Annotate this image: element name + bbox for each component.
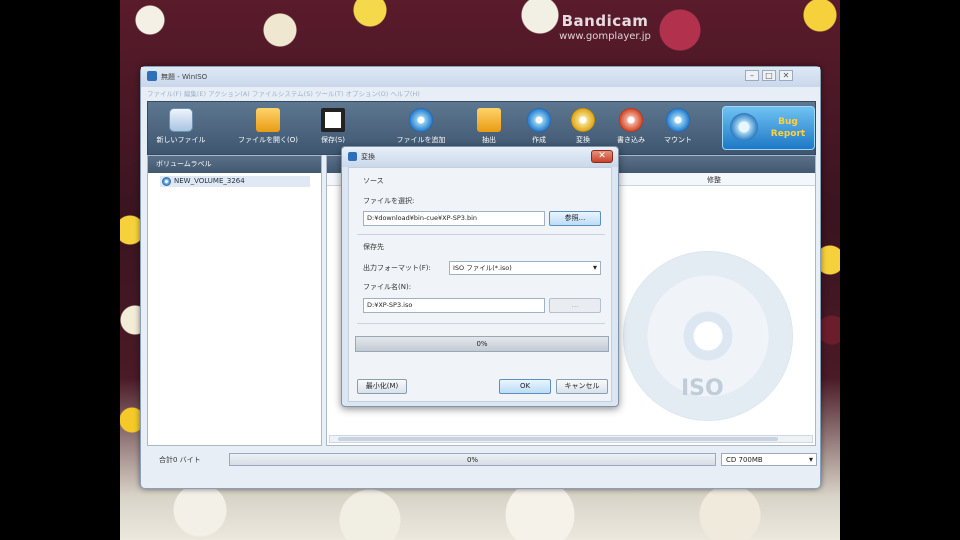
dialog-title-bar[interactable]: 変換 ✕ (342, 147, 618, 167)
bug-report-label: Bug Report (763, 116, 813, 140)
app-logo-icon (147, 71, 157, 81)
bug-report-line2: Report (770, 129, 806, 139)
menu-bar[interactable]: ファイル(F) 編集(E) アクション(A) ファイルシステム(S) ツール(T… (147, 88, 815, 100)
filename-browse-button[interactable]: ... (549, 298, 601, 313)
dialog-app-icon (348, 152, 357, 161)
bug-report-line1: Bug (778, 117, 798, 127)
bug-report-button[interactable]: Bug Report (722, 106, 815, 150)
minimize-dialog-button[interactable]: 最小化(M) (357, 379, 407, 394)
convert-icon (571, 108, 595, 132)
watermark-brand: Bandicam (561, 12, 649, 30)
bug-report-icon (730, 113, 758, 141)
total-size: 合計0 バイト (159, 456, 201, 464)
conversion-progress-bar: 0% (355, 336, 609, 352)
open-file-button[interactable]: ファイルを開く(O) (228, 106, 308, 152)
disc-icon (162, 177, 171, 186)
output-format-label: 出力フォーマット(F): (363, 264, 431, 272)
window-title: 無題 - WinISO (161, 73, 208, 81)
browse-source-button[interactable]: 参照... (549, 211, 601, 226)
toolbar-label: ファイルを開く(O) (238, 136, 298, 144)
scrollbar-thumb[interactable] (338, 437, 778, 441)
toolbar-label: ファイルを追加 (396, 136, 446, 144)
separator (357, 234, 605, 235)
dialog-title: 変換 (361, 153, 375, 161)
volume-label: NEW_VOLUME_3264 (174, 177, 245, 185)
toolbar-label: 書き込み (617, 136, 645, 144)
save-group-label: 保存先 (363, 243, 384, 251)
toolbar-label: 新しいファイル (156, 136, 206, 144)
toolbar-label: 変換 (576, 136, 590, 144)
filename-label: ファイル名(N): (363, 283, 412, 291)
close-button[interactable]: ✕ (779, 70, 793, 81)
extract-icon (477, 108, 501, 132)
open-folder-icon (256, 108, 280, 132)
source-path-input[interactable]: D:¥download¥bin-cue¥XP-SP3.bin (363, 211, 545, 226)
screen: Bandicam www.gomplayer.jp 無題 - WinISO – … (0, 0, 960, 540)
capacity-bar: 0% (229, 453, 716, 466)
volume-tree-header: ボリュームラベル (148, 156, 321, 173)
media-type-select[interactable]: CD 700MB (721, 453, 817, 466)
cancel-button[interactable]: キャンセル (556, 379, 608, 394)
toolbar-label: マウント (664, 136, 692, 144)
dialog-close-button[interactable]: ✕ (591, 150, 613, 163)
toolbar-label: 作成 (532, 136, 546, 144)
select-file-label: ファイルを選択: (363, 197, 415, 205)
volume-tree-pane: ボリュームラベル NEW_VOLUME_3264 (147, 155, 322, 446)
new-file-icon (169, 108, 193, 132)
filename-input[interactable]: D:¥XP-SP3.iso (363, 298, 545, 313)
dialog-body: ソース ファイルを選択: D:¥download¥bin-cue¥XP-SP3.… (348, 167, 612, 402)
ok-button[interactable]: OK (499, 379, 551, 394)
burn-icon (619, 108, 643, 132)
new-file-button[interactable]: 新しいファイル (151, 106, 211, 152)
output-format-select[interactable]: ISO ファイル(*.iso) (449, 261, 601, 275)
mount-icon (666, 108, 690, 132)
convert-dialog: 変換 ✕ ソース ファイルを選択: D:¥download¥bin-cue¥XP… (341, 146, 619, 407)
source-group-label: ソース (363, 177, 384, 185)
minimize-button[interactable]: – (745, 70, 759, 81)
iso-watermark-text: ISO (681, 376, 724, 401)
create-icon (527, 108, 551, 132)
toolbar-label: 抽出 (482, 136, 496, 144)
save-icon (321, 108, 345, 132)
mount-button[interactable]: マウント (653, 106, 703, 152)
iso-disc-watermark-icon: ISO (623, 251, 793, 421)
horizontal-scrollbar[interactable] (329, 435, 813, 443)
column-modified[interactable]: 修整 (707, 175, 721, 185)
maximize-button[interactable]: □ (762, 70, 776, 81)
toolbar-label: 保存(S) (321, 136, 345, 144)
add-file-icon (409, 108, 433, 132)
volume-tree-item[interactable]: NEW_VOLUME_3264 (160, 176, 310, 187)
watermark-url: www.gomplayer.jp (559, 31, 651, 42)
status-bar: 合計0 バイト 0% CD 700MB (147, 450, 817, 470)
title-bar[interactable]: 無題 - WinISO – □ ✕ (141, 67, 820, 87)
separator (357, 323, 605, 324)
